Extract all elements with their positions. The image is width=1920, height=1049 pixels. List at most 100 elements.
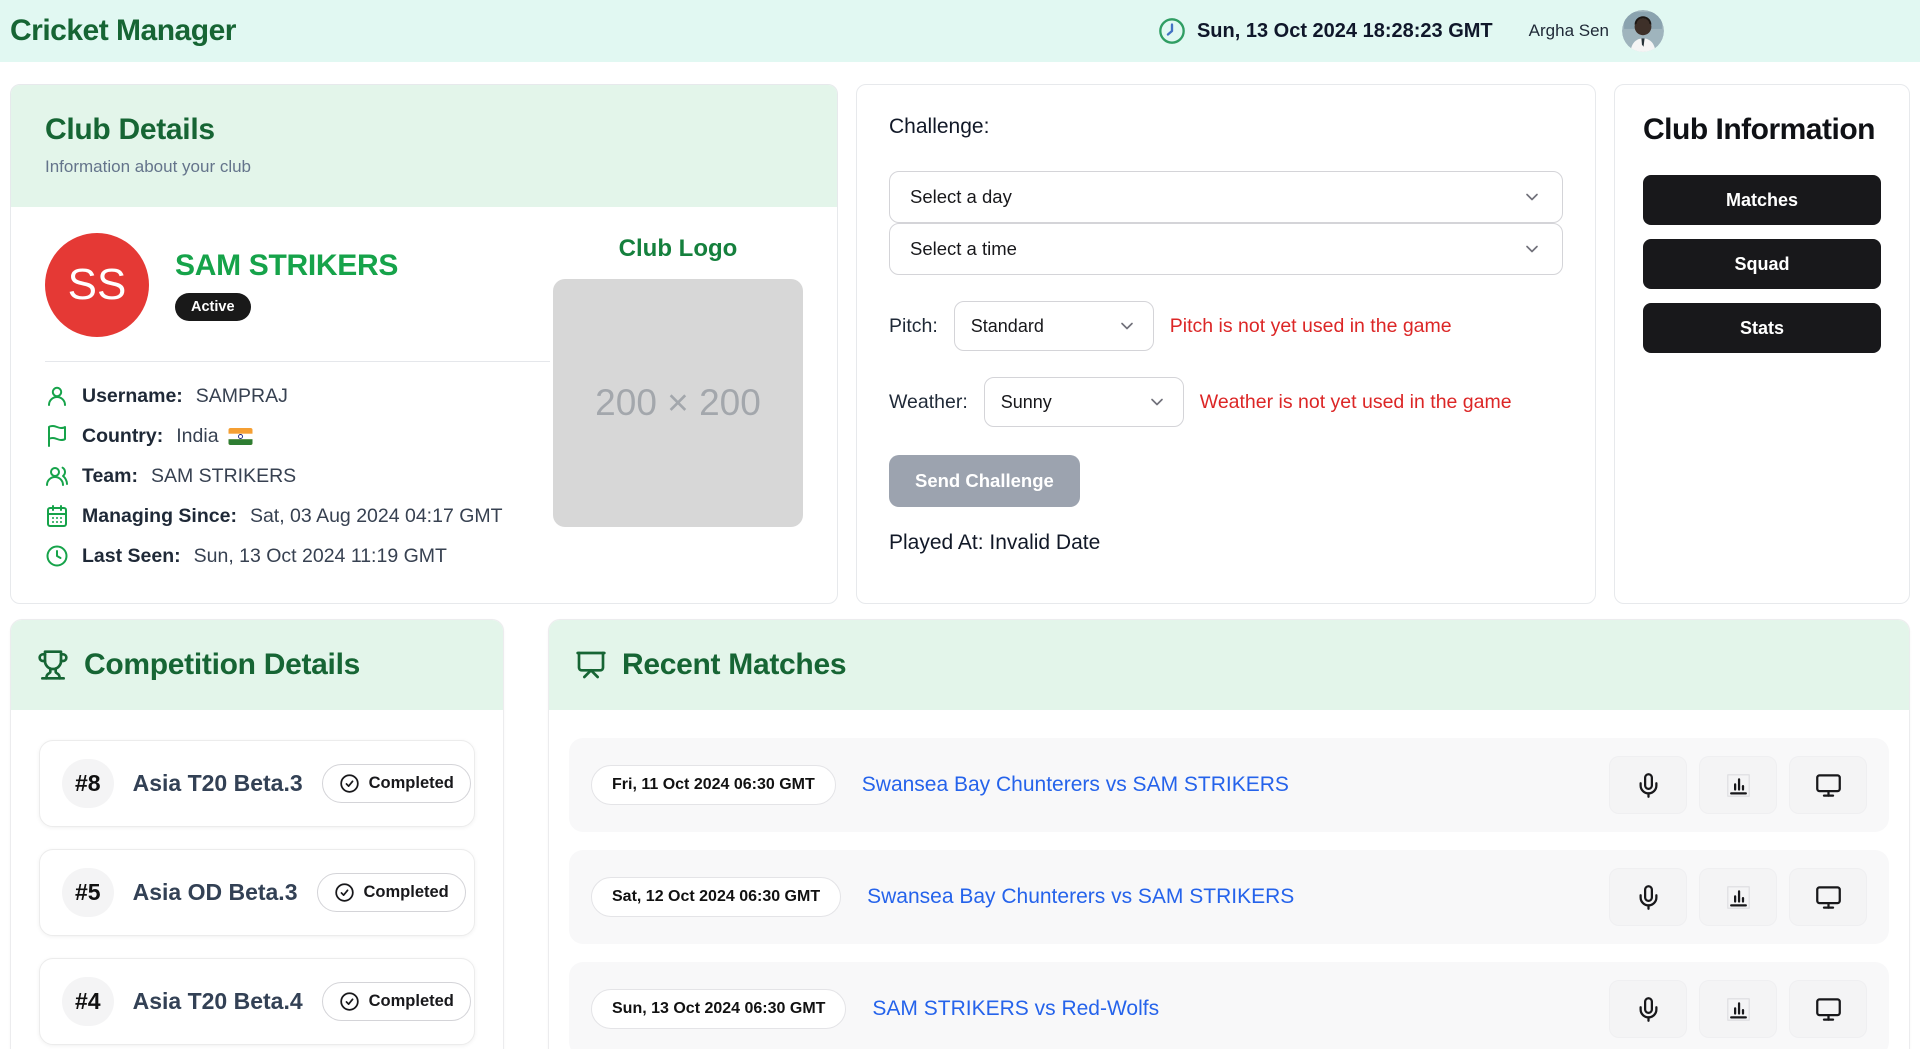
check-circle-icon bbox=[339, 991, 360, 1012]
datetime-text: Sun, 13 Oct 2024 18:28:23 GMT bbox=[1197, 20, 1493, 43]
chart-button[interactable] bbox=[1699, 756, 1777, 814]
competition-item[interactable]: #8 Asia T20 Beta.3 Completed bbox=[39, 740, 475, 827]
users-icon bbox=[45, 464, 69, 488]
match-date-pill: Fri, 11 Oct 2024 06:30 GMT bbox=[591, 765, 836, 805]
competition-rank: #5 bbox=[62, 868, 114, 917]
match-actions bbox=[1609, 980, 1867, 1038]
competition-name: Asia T20 Beta.4 bbox=[133, 988, 303, 1015]
field-value: India bbox=[176, 425, 252, 448]
pitch-warning: Pitch is not yet used in the game bbox=[1170, 315, 1452, 338]
app-header: Cricket Manager Sun, 13 Oct 2024 18:28:2… bbox=[0, 0, 1920, 62]
club-details-card: Club Details Information about your club… bbox=[10, 84, 838, 604]
competition-name: Asia OD Beta.3 bbox=[133, 879, 298, 906]
completed-badge: Completed bbox=[317, 873, 466, 912]
mic-icon bbox=[1635, 996, 1662, 1023]
club-logo-section: Club Logo 200 × 200 bbox=[553, 233, 803, 584]
mic-icon bbox=[1635, 884, 1662, 911]
weather-select[interactable]: Sunny bbox=[984, 377, 1184, 427]
monitor-button[interactable] bbox=[1789, 756, 1867, 814]
match-link[interactable]: Swansea Bay Chunterers vs SAM STRIKERS bbox=[867, 885, 1294, 909]
club-details-subtitle: Information about your club bbox=[45, 157, 803, 177]
chart-icon bbox=[1725, 772, 1752, 799]
header-datetime: Sun, 13 Oct 2024 18:28:23 GMT bbox=[1158, 17, 1493, 45]
club-field: Team: SAM STRIKERS bbox=[45, 464, 553, 488]
india-flag-icon bbox=[228, 428, 253, 445]
club-fields-list: Username: SAMPRAJ Country: India bbox=[45, 384, 553, 568]
time-select-value: Select a time bbox=[910, 238, 1017, 260]
chart-icon bbox=[1725, 996, 1752, 1023]
competition-item[interactable]: #5 Asia OD Beta.3 Completed bbox=[39, 849, 475, 936]
club-field: Country: India bbox=[45, 424, 553, 448]
send-challenge-button[interactable]: Send Challenge bbox=[889, 455, 1080, 507]
match-actions bbox=[1609, 756, 1867, 814]
field-label: Managing Since: bbox=[82, 505, 237, 528]
competition-name: Asia T20 Beta.3 bbox=[133, 770, 303, 797]
squad-button[interactable]: Squad bbox=[1643, 239, 1881, 289]
competition-rank: #8 bbox=[62, 759, 114, 808]
check-circle-icon bbox=[339, 773, 360, 794]
field-value: Sat, 03 Aug 2024 04:17 GMT bbox=[250, 505, 512, 528]
match-link[interactable]: Swansea Bay Chunterers vs SAM STRIKERS bbox=[862, 773, 1289, 797]
completed-badge-label: Completed bbox=[364, 883, 449, 902]
match-date-pill: Sat, 12 Oct 2024 06:30 GMT bbox=[591, 877, 841, 917]
header-user[interactable]: Argha Sen bbox=[1529, 10, 1664, 52]
monitor-icon bbox=[1815, 884, 1842, 911]
monitor-button[interactable] bbox=[1789, 980, 1867, 1038]
competition-details-card: Competition Details #8 Asia T20 Beta.3 C… bbox=[10, 619, 504, 1049]
weather-label: Weather: bbox=[889, 391, 968, 414]
club-name: SAM STRIKERS bbox=[175, 249, 398, 283]
competition-rank: #4 bbox=[62, 977, 114, 1026]
field-label: Country: bbox=[82, 425, 163, 448]
stats-button[interactable]: Stats bbox=[1643, 303, 1881, 353]
mic-button[interactable] bbox=[1609, 868, 1687, 926]
challenge-card: Challenge: Select a day Select a time Pi… bbox=[856, 84, 1596, 604]
check-circle-icon bbox=[334, 882, 355, 903]
field-value: Sun, 13 Oct 2024 11:19 GMT bbox=[194, 545, 456, 568]
divider bbox=[45, 361, 550, 362]
completed-badge: Completed bbox=[322, 982, 471, 1021]
app-title: Cricket Manager bbox=[10, 14, 236, 48]
flag-icon bbox=[45, 424, 69, 448]
competition-list: #8 Asia T20 Beta.3 Completed #5 Asia OD … bbox=[11, 710, 503, 1049]
club-details-title: Club Details bbox=[45, 113, 803, 147]
day-select-value: Select a day bbox=[910, 186, 1012, 208]
pitch-select[interactable]: Standard bbox=[954, 301, 1154, 351]
chart-button[interactable] bbox=[1699, 868, 1777, 926]
monitor-icon bbox=[1815, 772, 1842, 799]
clock-icon bbox=[1158, 17, 1186, 45]
time-select[interactable]: Select a time bbox=[889, 223, 1563, 275]
clock-icon bbox=[45, 544, 69, 568]
match-row: Sat, 12 Oct 2024 06:30 GMT Swansea Bay C… bbox=[569, 850, 1889, 944]
recent-matches-list: Fri, 11 Oct 2024 06:30 GMT Swansea Bay C… bbox=[549, 710, 1909, 1049]
pitch-label: Pitch: bbox=[889, 315, 938, 338]
chevron-down-icon bbox=[1147, 392, 1167, 412]
completed-badge-label: Completed bbox=[369, 992, 454, 1011]
chevron-down-icon bbox=[1522, 239, 1542, 259]
field-label: Username: bbox=[82, 385, 183, 408]
avatar[interactable] bbox=[1622, 10, 1664, 52]
completed-badge-label: Completed bbox=[369, 774, 454, 793]
club-information-title: Club Information bbox=[1643, 113, 1881, 147]
day-select[interactable]: Select a day bbox=[889, 171, 1563, 223]
recent-matches-header: Recent Matches bbox=[549, 620, 1909, 710]
pitch-select-value: Standard bbox=[971, 316, 1044, 337]
club-details-body: SS SAM STRIKERS Active bbox=[11, 207, 837, 604]
competition-item[interactable]: #4 Asia T20 Beta.4 Completed bbox=[39, 958, 475, 1045]
cricket-manager-page: Cricket Manager Sun, 13 Oct 2024 18:28:2… bbox=[0, 0, 1920, 1049]
field-label: Last Seen: bbox=[82, 545, 181, 568]
mic-button[interactable] bbox=[1609, 756, 1687, 814]
field-value: SAM STRIKERS bbox=[151, 465, 305, 488]
monitor-button[interactable] bbox=[1789, 868, 1867, 926]
matches-button[interactable]: Matches bbox=[1643, 175, 1881, 225]
mic-button[interactable] bbox=[1609, 980, 1687, 1038]
calendar-icon bbox=[45, 504, 69, 528]
mic-icon bbox=[1635, 772, 1662, 799]
club-profile: SS SAM STRIKERS Active bbox=[45, 233, 553, 337]
club-avatar: SS bbox=[45, 233, 149, 337]
club-field: Last Seen: Sun, 13 Oct 2024 11:19 GMT bbox=[45, 544, 553, 568]
chart-button[interactable] bbox=[1699, 980, 1777, 1038]
trophy-icon bbox=[37, 649, 69, 681]
user-icon bbox=[45, 384, 69, 408]
played-at-text: Played At: Invalid Date bbox=[889, 531, 1563, 555]
match-link[interactable]: SAM STRIKERS vs Red-Wolfs bbox=[872, 997, 1159, 1021]
